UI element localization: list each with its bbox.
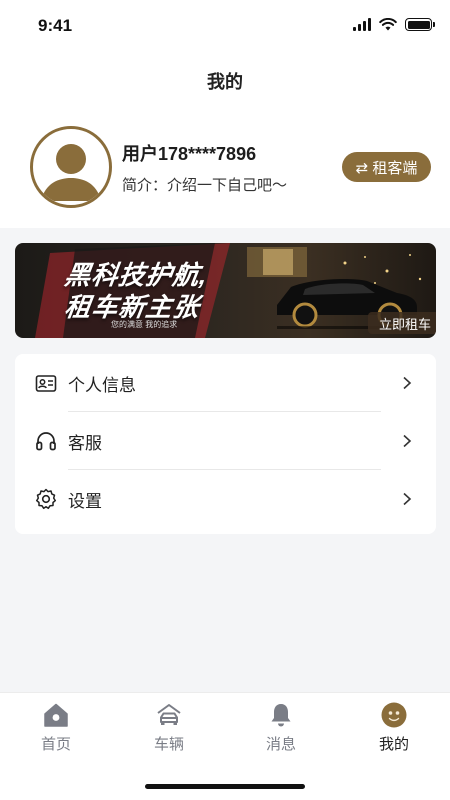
- menu-label-personal-info: 个人信息: [68, 375, 136, 395]
- home-indicator: [145, 784, 305, 789]
- wifi-icon: [379, 18, 397, 31]
- username: 用户178****7896: [122, 144, 257, 164]
- car-icon: [157, 704, 181, 725]
- status-bar: 9:41: [0, 0, 450, 52]
- headset-icon: [36, 432, 56, 451]
- id-card-icon: [35, 375, 57, 392]
- bell-icon: [271, 704, 291, 727]
- tab-vehicles[interactable]: 车辆: [129, 701, 209, 755]
- tab-messages[interactable]: 消息: [241, 701, 321, 755]
- menu-item-personal-info[interactable]: 个人信息: [15, 354, 436, 412]
- default-avatar-icon: [41, 144, 101, 201]
- chevron-right-icon: [403, 434, 412, 448]
- status-time: 9:41: [38, 16, 73, 35]
- gear-icon: [35, 488, 57, 510]
- status-icons: [353, 18, 435, 31]
- tab-label-messages: 消息: [265, 736, 296, 753]
- battery-icon: [405, 18, 435, 31]
- page-title: 我的: [207, 72, 243, 92]
- rent-now-button[interactable]: 立即租车: [368, 312, 436, 334]
- menu-item-settings[interactable]: 设置: [15, 470, 436, 528]
- menu-item-customer-service[interactable]: 客服: [15, 412, 436, 470]
- avatar[interactable]: [30, 126, 112, 208]
- chevron-right-icon: [403, 492, 412, 506]
- promo-banner[interactable]: 黑科技护航, 租车新主张 您的满意 我的追求 立即租车: [15, 243, 436, 338]
- menu-label-settings: 设置: [68, 491, 102, 511]
- banner-slogan: 您的满意 我的追求: [111, 320, 178, 329]
- switch-role-button[interactable]: ⇄ 租客端: [342, 152, 431, 182]
- home-icon: [44, 703, 68, 727]
- tab-label-home: 首页: [40, 736, 71, 753]
- tab-label-mine: 我的: [378, 736, 409, 753]
- tab-home[interactable]: 首页: [16, 701, 96, 755]
- bio: 简介：介绍一下自己吧～: [122, 177, 288, 194]
- tab-mine[interactable]: 我的: [354, 701, 434, 755]
- signal-icon: [353, 18, 371, 31]
- profile-face-icon: [381, 702, 407, 728]
- menu-label-customer-service: 客服: [68, 433, 102, 453]
- tab-label-vehicles: 车辆: [153, 736, 184, 753]
- chevron-right-icon: [403, 376, 412, 390]
- menu-card: 个人信息 客服 设置: [15, 354, 436, 534]
